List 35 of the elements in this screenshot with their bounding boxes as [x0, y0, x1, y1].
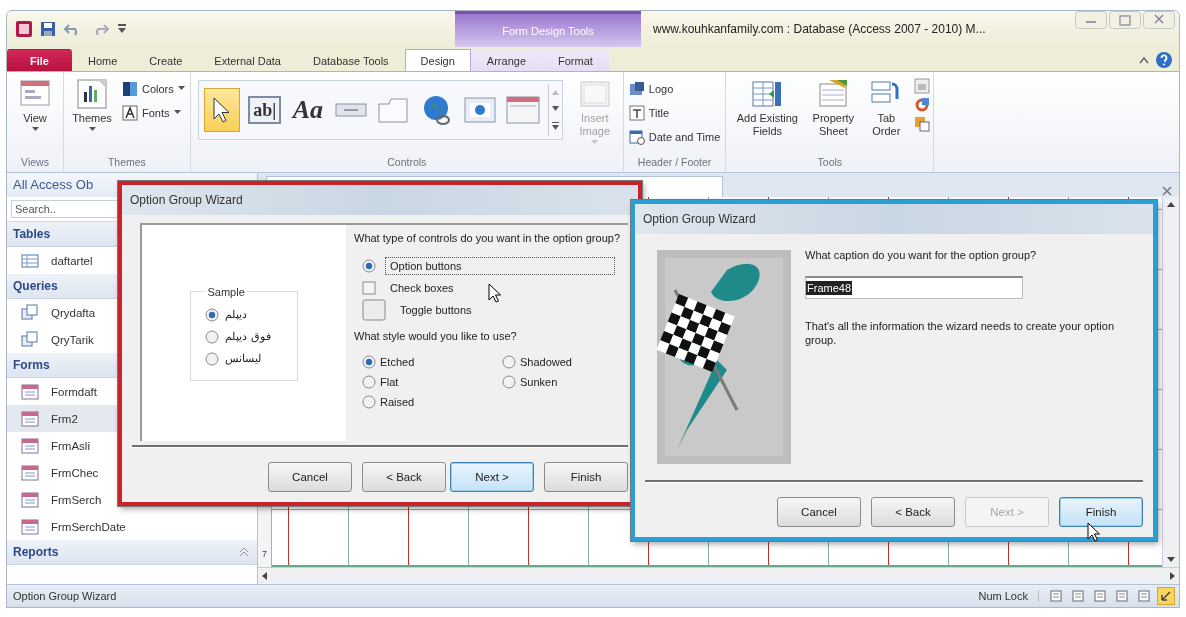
item-label: QryTarik — [51, 333, 94, 346]
question-text: What type of controls do you want in the option group? — [354, 231, 620, 245]
item-label: FrmChec — [51, 466, 99, 479]
group-label: Sample — [206, 285, 246, 298]
item-label: Qrydafta — [51, 306, 96, 319]
item-label: daftartel — [51, 254, 93, 267]
group-label: Header / Footer — [636, 156, 713, 170]
section-title: Tables — [13, 227, 51, 241]
item-label: FrmAsli — [51, 439, 90, 452]
option-label: Shadowed — [520, 355, 572, 369]
section-title: Forms — [13, 358, 50, 372]
item-label: FrmSerchDate — [51, 520, 126, 533]
contextual-tab-header: Form Design Tools — [455, 11, 641, 47]
item-label: Formdaft — [51, 385, 97, 398]
item-label: Frm2 — [51, 412, 78, 425]
question-text: What style would you like to use? — [354, 329, 518, 343]
option-label: Raised — [380, 395, 415, 409]
item-label: FrmSerch — [51, 493, 102, 506]
window-title: www.kouhkanfamily.com : Database (Access 2007 - 2010) M... — [652, 21, 987, 38]
option-label: Flat — [380, 375, 399, 389]
group-label: Controls — [386, 156, 428, 170]
group-label: Tools — [816, 156, 844, 170]
option-label: دیپلم — [225, 308, 248, 321]
dialog-title: Option Group Wizard — [122, 185, 638, 215]
section-title: Reports — [13, 545, 59, 559]
info-text: That's all the information the wizard needs to create your option group. — [805, 319, 1116, 347]
section-title: Queries — [13, 279, 58, 293]
status-indicator: Num Lock — [968, 590, 1039, 602]
dialog-title: Option Group Wizard — [635, 204, 1153, 234]
option-label: Sunken — [520, 375, 558, 389]
option-label: Etched — [380, 355, 415, 369]
question-text: What caption do you want for the option group? — [805, 248, 1038, 262]
group-label: Themes — [106, 156, 147, 170]
group-label: Views — [20, 156, 50, 170]
status-message: Option Group Wizard — [13, 590, 117, 602]
